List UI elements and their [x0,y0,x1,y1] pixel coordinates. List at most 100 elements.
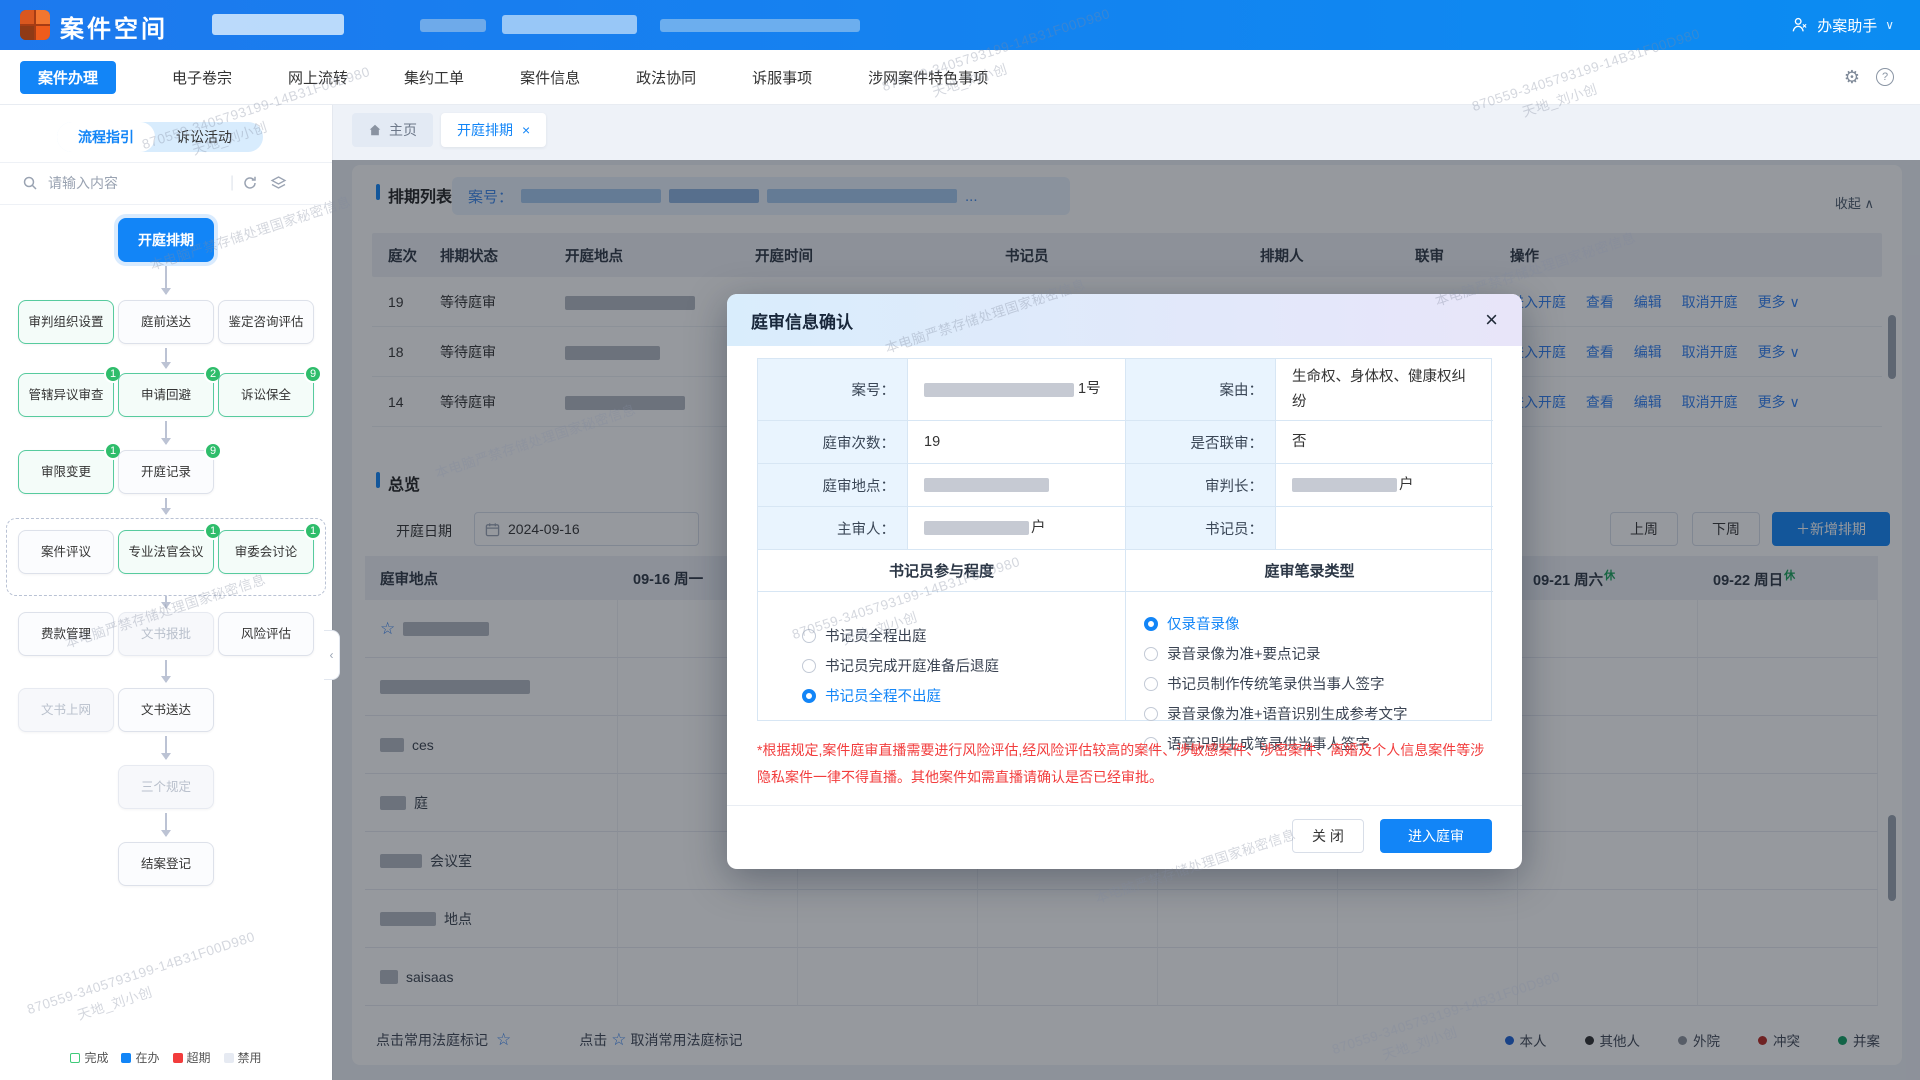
count-badge: 1 [304,522,322,540]
flow-arrow [165,498,167,514]
enter-hearing-button[interactable]: 进入庭审 [1380,819,1492,853]
nav-net-case-items[interactable]: 涉网案件特色事项 [868,67,988,88]
radio-option[interactable]: 录音录像为准+要点记录 [1144,643,1493,664]
refresh-icon[interactable] [242,175,258,191]
flow-node[interactable]: 1专业法官会议 [118,530,214,574]
user-edit-icon [1791,16,1809,34]
radio-icon [802,689,816,703]
assistant-menu[interactable]: 办案助手 ∨ [1791,0,1894,50]
redacted-header-text [420,19,486,32]
tab-home[interactable]: 主页 [352,113,433,147]
flow-arrow [165,596,167,608]
flow-node[interactable]: 鉴定咨询评估 [218,300,314,344]
close-button[interactable]: 关 闭 [1292,819,1364,853]
hearing-place-value [908,464,1126,507]
presiding-judge-value: 户 [908,507,1126,550]
flow-node[interactable]: 2申请回避 [118,373,214,417]
nav-service-items[interactable]: 诉服事项 [752,67,812,88]
sidebar: 流程指引 诉讼活动 | 开庭排期 审判组织设置 庭前送达 鉴定咨询评估 1管辖异… [0,104,333,1080]
radio-option[interactable]: 书记员全程出庭 [802,625,1125,646]
flow-arrow [165,660,167,682]
legend-done-swatch [70,1053,80,1063]
flow-node: 文书上网 [18,688,114,732]
layers-icon[interactable] [270,175,287,191]
help-icon[interactable]: ? [1876,68,1894,86]
nav-legal-coop[interactable]: 政法协同 [636,67,696,88]
dialog-title: 庭审信息确认 [751,308,853,333]
close-icon[interactable]: × [522,122,530,138]
radio-option-selected[interactable]: 书记员全程不出庭 [802,685,1125,706]
flow-node[interactable]: 风险评估 [218,612,314,656]
flow-node[interactable]: 结案登记 [118,842,214,886]
tab-process-guide[interactable]: 流程指引 [57,122,155,152]
flow-node[interactable]: 庭前送达 [118,300,214,344]
process-flowchart: 开庭排期 审判组织设置 庭前送达 鉴定咨询评估 1管辖异议审查 2申请回避 9诉… [0,208,332,970]
flow-node[interactable]: 1管辖异议审查 [18,373,114,417]
radio-option[interactable]: 书记员制作传统笔录供当事人签字 [1144,673,1493,694]
flow-node[interactable]: 文书送达 [118,688,214,732]
redacted-text [924,521,1029,535]
flow-node[interactable]: 9开庭记录 [118,450,214,494]
sidebar-search-row: | [0,167,332,199]
participation-section-title: 书记员参与程度 [758,550,1126,592]
divider [0,204,332,205]
nav-case-handling[interactable]: 案件办理 [20,61,116,94]
nav-online-flow[interactable]: 网上流转 [288,67,348,88]
redacted-header-text [212,14,344,35]
flow-node: 文书报批 [118,612,214,656]
legend-overdue-swatch [173,1053,183,1063]
joint-review-value: 否 [1276,421,1493,464]
hearing-info-table: 案号： 1号 案由： 生命权、身体权、健康权纠纷 庭审次数： 19 是否联审： … [757,358,1492,721]
live-broadcast-warning: *根据规定,案件庭审直播需要进行风险评估,经风险评估较高的案件、涉敏感案件、涉密… [757,737,1492,791]
flow-node[interactable]: 1审委会讨论 [218,530,314,574]
flow-arrow [165,736,167,759]
close-icon[interactable]: × [1485,309,1498,331]
gear-icon[interactable]: ⚙ [1844,67,1860,88]
app-logo-icon [20,10,50,40]
redacted-header-text [502,15,637,34]
top-nav: 案件办理 电子卷宗 网上流转 集约工单 案件信息 政法协同 诉服事项 涉网案件特… [0,50,1920,105]
flow-arrow [165,348,167,368]
app-header: 案件空间 办案助手 ∨ [0,0,1920,50]
flow-arrow [165,421,167,444]
flow-node[interactable]: 9诉讼保全 [218,373,314,417]
tab-litigation-activity[interactable]: 诉讼活动 [155,127,253,147]
record-type-section-title: 庭审笔录类型 [1126,550,1493,592]
flow-node-court-schedule[interactable]: 开庭排期 [118,218,214,262]
flow-arrow [165,266,167,294]
chief-judge-value: 户 [1276,464,1493,507]
divider [0,162,332,163]
cause-value: 生命权、身体权、健康权纠纷 [1276,359,1493,421]
radio-option-selected[interactable]: 仅录音录像 [1144,613,1493,634]
radio-option[interactable]: 书记员完成开庭准备后退庭 [802,655,1125,676]
flow-node[interactable]: 案件评议 [18,530,114,574]
nav-case-info[interactable]: 案件信息 [520,67,580,88]
nav-work-order[interactable]: 集约工单 [404,67,464,88]
hearing-confirm-dialog: 庭审信息确认 × 案号： 1号 案由： 生命权、身体权、健康权纠纷 庭审次数： … [727,294,1522,869]
flow-node[interactable]: 1审限变更 [18,450,114,494]
radio-icon [1144,707,1158,721]
flow-node[interactable]: 费款管理 [18,612,114,656]
home-icon [368,123,382,137]
app-title: 案件空间 [60,9,168,44]
sidebar-view-switch: 流程指引 诉讼活动 [57,122,263,152]
dialog-footer: 关 闭 进入庭审 [727,805,1522,869]
flow-arrow [165,813,167,836]
participation-options: 书记员全程出庭 书记员完成开庭准备后退庭 书记员全程不出庭 [758,592,1126,720]
redacted-header-text [660,19,860,32]
nav-e-dossier[interactable]: 电子卷宗 [172,67,232,88]
count-badge: 9 [204,442,222,460]
case-number-value: 1号 [908,359,1126,421]
redacted-text [1292,478,1397,492]
radio-icon [802,629,816,643]
radio-option[interactable]: 录音录像为准+语音识别生成参考文字 [1144,703,1493,724]
radio-icon [802,659,816,673]
flow-node[interactable]: 审判组织设置 [18,300,114,344]
sidebar-collapse-handle[interactable]: ‹ [324,630,340,680]
radio-icon [1144,677,1158,691]
clerk-value [1276,507,1493,550]
search-icon [22,175,38,191]
search-input[interactable] [46,174,230,192]
divider: | [230,174,234,192]
tab-court-schedule[interactable]: 开庭排期 × [441,113,546,147]
